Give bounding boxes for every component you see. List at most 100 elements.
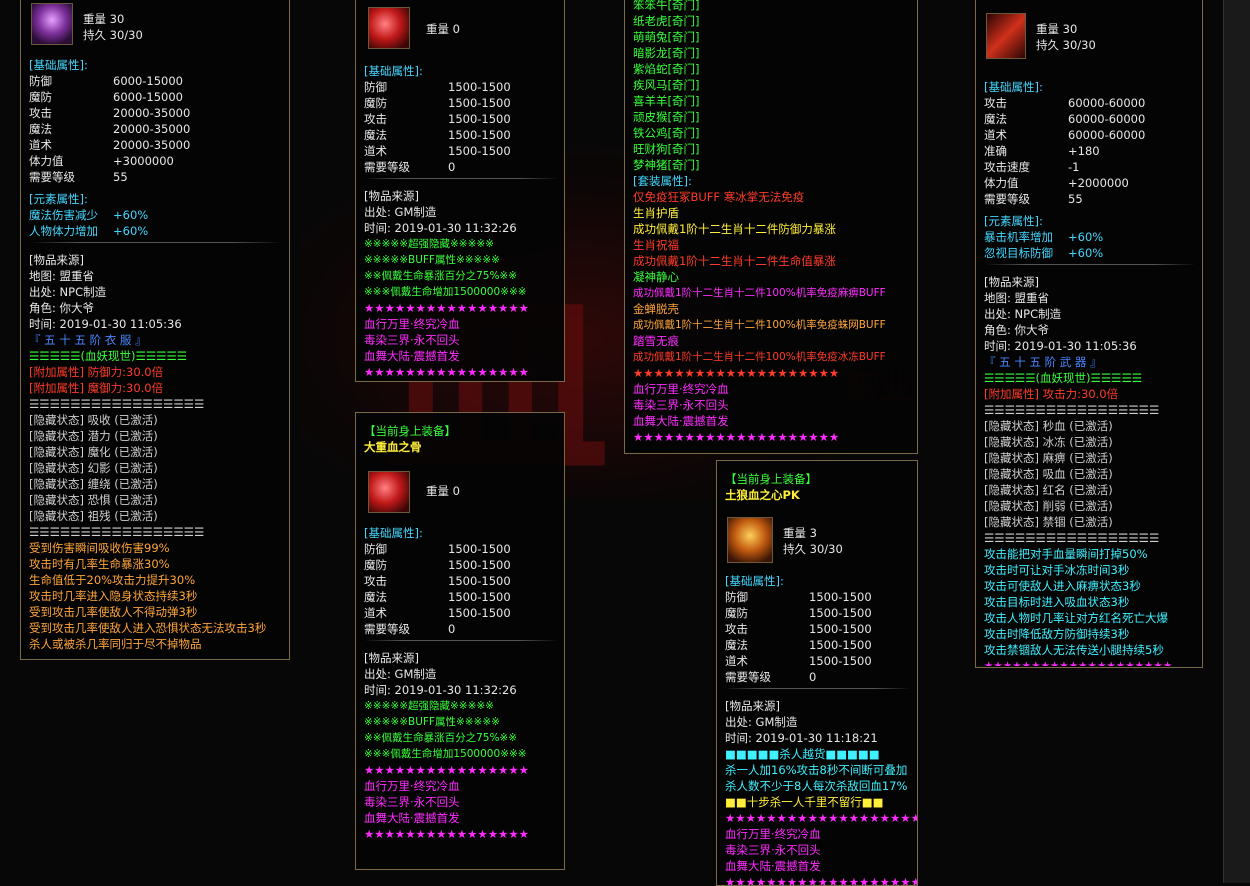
equipped-header: 【当前身上装备】 — [364, 424, 456, 438]
stat-label: 体力值 — [29, 154, 64, 168]
stat-value: 1500-1500 — [448, 80, 511, 94]
set-line-5: 成功佩戴1阶十二生肖十二件生命值暴涨 — [633, 254, 836, 268]
stat-value: 1500-1500 — [809, 590, 872, 604]
element-header: [元素属性]: — [29, 192, 88, 206]
helmet-icon — [727, 517, 773, 563]
stat-value: -1 — [1068, 160, 1080, 174]
hidden-state: [隐藏状态] 潜力 (已激活) — [29, 429, 158, 443]
hidden-line-3: ※※佩戴生命暴涨百分之75%※※ — [364, 732, 518, 744]
stat-label: 防御 — [364, 80, 387, 94]
stat-value: 60000-60000 — [1068, 128, 1146, 142]
verse-2: 毒染三界·永不回头 — [633, 398, 729, 412]
divider-bar: ☰☰☰☰☰☰☰☰☰☰☰☰☰☰☰☰☰ — [29, 397, 205, 411]
stat-value: 55 — [1068, 192, 1083, 206]
source-from: 出处: NPC制造 — [29, 285, 107, 299]
stat-row: 体力值 +2000000 — [984, 175, 1196, 191]
stat-value: 1500-1500 — [448, 128, 511, 142]
stat-value: 0 — [448, 160, 456, 174]
source-header: [物品来源] — [29, 253, 84, 267]
stat-row: 魔防 1500-1500 — [725, 605, 911, 621]
stat-value: 1500-1500 — [448, 574, 511, 588]
stat-row: 魔法 60000-60000 — [984, 111, 1196, 127]
stat-row: 需要等级 0 — [364, 621, 558, 637]
divider-bar: ☰☰☰☰☰☰☰☰☰☰☰☰☰☰☰☰☰ — [984, 531, 1160, 545]
source-role: 角色: 你大爷 — [984, 323, 1050, 337]
stat-row: 需要等级 0 — [364, 159, 558, 175]
base-stats: 防御 6000-15000 魔防 6000-15000 攻击 20000-35000 魔法 2… — [29, 73, 283, 185]
base-header: [基础属性]: — [364, 64, 423, 78]
stat-row: 攻击 1500-1500 — [725, 621, 911, 637]
source-time: 时间: 2019-01-30 11:05:36 — [984, 339, 1137, 353]
set-line-9: 成功佩戴1阶十二生肖十二件100%机率免疫蛛网BUFF — [633, 319, 886, 331]
zodiac-item: 梦神猪[奇门] — [633, 158, 700, 172]
stat-label: 准确 — [984, 144, 1007, 158]
verse-3: 血舞大陆·震撼首发 — [364, 811, 460, 825]
source-header: [物品来源] — [364, 651, 419, 665]
stat-label: 暴击机率增加 — [984, 230, 1053, 244]
stat-value: 20000-35000 — [113, 106, 191, 120]
effect-line: 攻击时降低敌方防御持续3秒 — [984, 627, 1130, 641]
source-from: 出处: GM制造 — [364, 667, 437, 681]
item-durability: 持久 30/30 — [1036, 38, 1096, 52]
stat-row: 攻击 1500-1500 — [364, 111, 558, 127]
stat-value: 1500-1500 — [448, 558, 511, 572]
star-row: ★★★★★★★★★★★★★★★★★★★★ — [725, 811, 918, 825]
stat-label: 道术 — [364, 606, 387, 620]
stat-value: 6000-15000 — [113, 90, 183, 104]
stat-row: 防御 1500-1500 — [364, 541, 558, 557]
hidden-state: [隐藏状态] 削弱 (已激活) — [984, 499, 1113, 513]
effect-line: 攻击目标时进入吸血状态3秒 — [984, 595, 1130, 609]
stat-label: 攻击 — [725, 622, 748, 636]
hidden-state: [隐藏状态] 吸血 (已激活) — [984, 467, 1113, 481]
stat-value: 55 — [113, 170, 128, 184]
hidden-line-2: ※※※※※BUFF属性※※※※※ — [364, 254, 500, 266]
stat-value: +180 — [1068, 144, 1100, 158]
tier-label: 『 五 十 五 阶 武 器 』 — [984, 355, 1102, 369]
hidden-line-1: ※※※※※超强隐藏※※※※※ — [364, 700, 494, 712]
star-row: ★★★★★★★★★★★★★★★★ — [364, 827, 529, 841]
kill-line-1: ■■■■■杀人越货■■■■■ — [725, 747, 880, 761]
stat-label: 道术 — [29, 138, 52, 152]
set-line-7: 成功佩戴1阶十二生肖十二件100%机率免疫麻痹BUFF — [633, 287, 886, 299]
hidden-state: [隐藏状态] 幻影 (已激活) — [29, 461, 158, 475]
source-time: 时间: 2019-01-30 11:32:26 — [364, 221, 517, 235]
stat-row: 需要等级 55 — [984, 191, 1196, 207]
item-weight: 重量 0 — [426, 22, 460, 36]
stat-label: 魔法 — [984, 112, 1007, 126]
tooltip-equipped-pk: 【当前身上装备】 土狼血之心PK 重量 3 持久 30/30 [基础属性]: 防… — [716, 460, 918, 886]
stat-value: 1500-1500 — [448, 606, 511, 620]
source-from: 出处: GM制造 — [725, 715, 798, 729]
stat-row: 暴击机率增加 +60% — [984, 229, 1196, 245]
extra-attr-1: [附加属性] 防御力:30.0倍 — [29, 365, 164, 379]
effect-line: 受到攻击几率使敌人进入恐惧状态无法攻击3秒 — [29, 621, 267, 635]
stat-row: 道术 1500-1500 — [364, 143, 558, 159]
star-row: ★★★★★★★★★★★★★★★★ — [364, 301, 529, 315]
tooltip-armor: 重量 30 持久 30/30 [基础属性]: 防御 6000-15000 魔防 600… — [20, 0, 290, 660]
hidden-state: [隐藏状态] 吸收 (已激活) — [29, 413, 158, 427]
stat-value: 1500-1500 — [448, 96, 511, 110]
stat-row: 防御 1500-1500 — [364, 79, 558, 95]
stat-row: 魔防 6000-15000 — [29, 89, 283, 105]
stat-row: 道术 1500-1500 — [364, 605, 558, 621]
hidden-line-3: ※※佩戴生命暴涨百分之75%※※ — [364, 270, 518, 282]
stat-value: 1500-1500 — [809, 638, 872, 652]
set-line-4: 生肖祝福 — [633, 238, 679, 252]
stat-row: 体力值 +3000000 — [29, 153, 283, 169]
blood-banner: ☰☰☰☰☰(血妖现世)☰☰☰☰☰ — [29, 349, 188, 363]
hidden-state: [隐藏状态] 红名 (已激活) — [984, 483, 1113, 497]
stat-row: 人物体力增加 +60% — [29, 223, 283, 239]
element-header: [元素属性]: — [984, 214, 1043, 228]
item-weight: 重量 3 — [783, 526, 817, 540]
stat-label: 需要等级 — [29, 170, 75, 184]
stat-label: 魔法 — [364, 590, 387, 604]
stat-row: 魔防 1500-1500 — [364, 557, 558, 573]
stat-row: 魔法 20000-35000 — [29, 121, 283, 137]
set-line-3: 成功佩戴1阶十二生肖十二件防御力暴涨 — [633, 222, 836, 236]
stat-label: 魔防 — [29, 90, 52, 104]
stat-label: 攻击 — [29, 106, 52, 120]
source-map: 地图: 盟重省 — [984, 291, 1050, 305]
source-from: 出处: NPC制造 — [984, 307, 1062, 321]
scrollbar[interactable] — [1223, 0, 1250, 883]
stat-value: 0 — [809, 670, 817, 684]
effect-line: 攻击时有几率生命暴涨30% — [29, 557, 170, 571]
